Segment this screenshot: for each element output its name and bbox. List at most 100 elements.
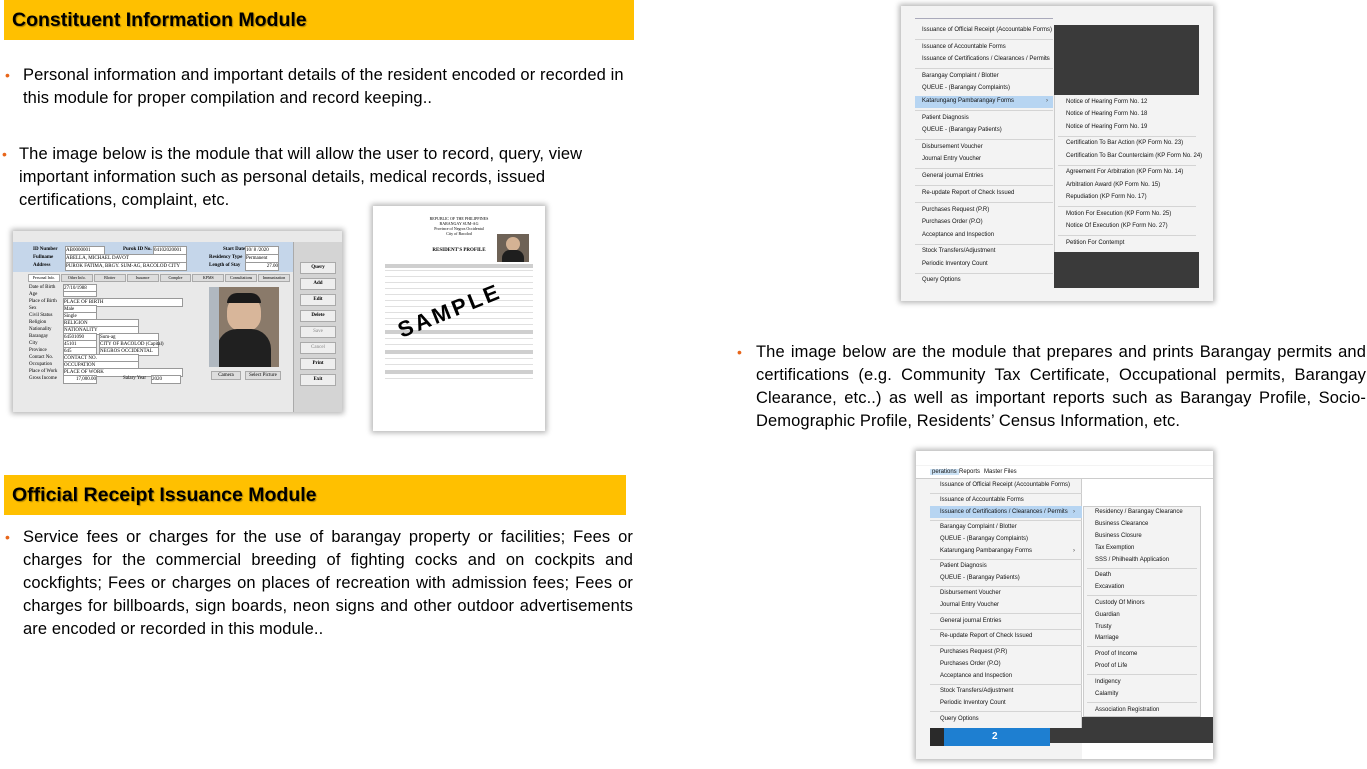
menu-item-queue-complaints[interactable]: QUEUE - (Barangay Complaints)	[940, 536, 1028, 542]
delete-button[interactable]: Delete	[300, 310, 336, 322]
menu-item-journal-entry[interactable]: Journal Entry Voucher	[922, 156, 981, 162]
menu-item-purchases-request[interactable]: Purchases Request (P.R)	[940, 649, 1007, 655]
submenu-item[interactable]: SSS / Philhealth Application	[1095, 557, 1169, 563]
tab-other-info[interactable]: Other Info.	[60, 274, 93, 282]
salary-field[interactable]: 2020	[151, 375, 181, 384]
menu-item-official-receipt[interactable]: Issuance of Official Receipt (Accountabl…	[940, 482, 1070, 488]
menu-item-certifications[interactable]: Issuance of Certifications / Clearances …	[922, 56, 1050, 62]
menu-item-complaint[interactable]: Barangay Complaint / Blotter	[940, 524, 1017, 530]
submenu-item[interactable]: Petition For Contempt	[1066, 240, 1124, 246]
menu-item-katarungang[interactable]: Katarungang Pambarangay Forms	[922, 98, 1014, 104]
form-tabs: Personal Info. Other Info. Blotter Issua…	[28, 274, 290, 282]
menu-master-files[interactable]: Master Files	[984, 469, 1017, 475]
resident-photo	[209, 287, 279, 367]
katarungang-menu-screenshot: ​ Issuance of Official Receipt (Accounta…	[901, 6, 1213, 301]
submenu-item[interactable]: Arbitration Award (KP Form No. 15)	[1066, 182, 1160, 188]
tab-blotter[interactable]: Blotter	[93, 274, 126, 282]
submenu-item[interactable]: Trusty	[1095, 624, 1111, 630]
tab-complre[interactable]: Complre	[159, 274, 192, 282]
field-label: Religion	[29, 320, 47, 325]
submenu-item[interactable]: Guardian	[1095, 612, 1120, 618]
menu-item-certifications[interactable]: Issuance of Certifications / Clearances …	[940, 509, 1068, 515]
form-fields: Date of Birth 27/10/1988 Age Place of Bi…	[29, 284, 209, 384]
menu-item-disbursement[interactable]: Disbursement Voucher	[922, 144, 983, 150]
submenu-item[interactable]: Certification To Bar Action (KP Form No.…	[1066, 140, 1183, 146]
tab-personal-info[interactable]: Personal Info.	[28, 274, 60, 282]
exit-button[interactable]: Exit	[300, 374, 336, 386]
submenu-item[interactable]: Proof of Life	[1095, 663, 1127, 669]
menu-item-patient-diagnosis[interactable]: Patient Diagnosis	[940, 563, 987, 569]
tab-immunization[interactable]: Immunization	[258, 274, 290, 282]
menu-item-query-options[interactable]: Query Options	[940, 716, 979, 722]
submenu-item[interactable]: Excavation	[1095, 584, 1124, 590]
submenu-item[interactable]: Notice of Hearing Form No. 12	[1066, 99, 1147, 105]
menu-item-general-journal[interactable]: General journal Entries	[940, 618, 1001, 624]
submenu-item[interactable]: Residency / Barangay Clearance	[1095, 509, 1183, 515]
taskbar-badge: 2	[992, 731, 998, 742]
menu-operations[interactable]: perations	[930, 469, 959, 475]
submenu-item[interactable]: Notice of Hearing Form No. 19	[1066, 124, 1147, 130]
menu-item-purchases-request[interactable]: Purchases Request (P.R)	[922, 207, 989, 213]
menu-item-katarungang[interactable]: Katarungang Pambarangay Forms	[940, 548, 1032, 554]
menu-item-query-options[interactable]: Query Options	[922, 277, 961, 283]
menu-reports[interactable]: Reports	[959, 469, 980, 475]
menu-item-accountable-forms[interactable]: Issuance of Accountable Forms	[940, 497, 1024, 503]
menu-item-journal-entry[interactable]: Journal Entry Voucher	[940, 602, 999, 608]
select-picture-button[interactable]: Select Picture	[245, 371, 281, 380]
menu-item-stock-transfers[interactable]: Stock Transfers/Adjustment	[922, 248, 995, 254]
menu-item-inventory[interactable]: Periodic Inventory Count	[940, 700, 1006, 706]
bullet-dot: •	[2, 146, 8, 162]
submenu-item[interactable]: Agreement For Arbitration (KP Form No. 1…	[1066, 169, 1183, 175]
camera-button[interactable]: Camera	[211, 371, 241, 380]
submenu-item[interactable]: Indigency	[1095, 679, 1121, 685]
menu-item-check-issued[interactable]: Re-update Report of Check Issued	[922, 190, 1014, 196]
cancel-button[interactable]: Cancel	[300, 342, 336, 354]
bullet-constituent-1: • Personal information and important det…	[5, 64, 633, 110]
menu-item-inventory[interactable]: Periodic Inventory Count	[922, 261, 988, 267]
submenu-item[interactable]: Business Closure	[1095, 533, 1142, 539]
menu-item-acceptance[interactable]: Acceptance and Inspection	[922, 232, 994, 238]
menu-item-disbursement[interactable]: Disbursement Voucher	[940, 590, 1001, 596]
menu-item-stock-transfers[interactable]: Stock Transfers/Adjustment	[940, 688, 1013, 694]
submenu-item[interactable]: Business Clearance	[1095, 521, 1148, 527]
submenu-item[interactable]: Motion For Execution (KP Form No. 25)	[1066, 211, 1171, 217]
menu-item-queue-patients[interactable]: QUEUE - (Barangay Patients)	[940, 575, 1020, 581]
submenu-item[interactable]: Marriage	[1095, 635, 1119, 641]
menu-item-patient-diagnosis[interactable]: Patient Diagnosis	[922, 115, 969, 121]
submenu-item[interactable]: Association Registration	[1095, 707, 1159, 713]
submenu-item[interactable]: Tax Exemption	[1095, 545, 1134, 551]
menu-item-complaint[interactable]: Barangay Complaint / Blotter	[922, 73, 999, 79]
submenu-item[interactable]: Calamity	[1095, 691, 1118, 697]
menu-item-purchases-order[interactable]: Purchases Order (P.O)	[940, 661, 1001, 667]
submenu-item[interactable]: Notice Of Execution (KP Form No. 27)	[1066, 223, 1168, 229]
tab-consultations[interactable]: Consultations	[225, 274, 258, 282]
tab-kpms[interactable]: KPMS	[192, 274, 225, 282]
menu-item-general-journal[interactable]: General journal Entries	[922, 173, 983, 179]
menu-item-official-receipt[interactable]: Issuance of Official Receipt (Accountabl…	[922, 27, 1052, 33]
submenu-item[interactable]: Certification To Bar Counterclaim (KP Fo…	[1066, 153, 1202, 159]
address-field[interactable]: PUROK FATIMA, BRGY. SUM-AG, BACOLOD CITY	[65, 262, 187, 271]
menu-item-queue-complaints[interactable]: QUEUE - (Barangay Complaints)	[922, 85, 1010, 91]
submenu-item[interactable]: Death	[1095, 572, 1111, 578]
field-value[interactable]: 17,000.00	[63, 375, 97, 384]
menu-item-check-issued[interactable]: Re-update Report of Check Issued	[940, 633, 1032, 639]
print-button[interactable]: Print	[300, 358, 336, 370]
tab-issuance[interactable]: Issuance	[126, 274, 159, 282]
submenu-item[interactable]: Notice of Hearing Form No. 18	[1066, 111, 1147, 117]
menu-item-queue-patients[interactable]: QUEUE - (Barangay Patients)	[922, 127, 1002, 133]
save-button[interactable]: Save	[300, 326, 336, 338]
add-button[interactable]: Add	[300, 278, 336, 290]
edit-button[interactable]: Edit	[300, 294, 336, 306]
submenu-item[interactable]: Proof of Income	[1095, 651, 1137, 657]
field-label: Age	[29, 292, 38, 297]
field-value[interactable]	[63, 291, 97, 297]
query-button[interactable]: Query	[300, 262, 336, 274]
length-field[interactable]: 27.00	[245, 262, 279, 271]
menu-item-acceptance[interactable]: Acceptance and Inspection	[940, 673, 1012, 679]
submenu-item[interactable]: Repudiation (KP Form No. 17)	[1066, 194, 1147, 200]
submenu-item[interactable]: Custody Of Minors	[1095, 600, 1145, 606]
menu-item-purchases-order[interactable]: Purchases Order (P.O)	[922, 219, 983, 225]
bullet-official-receipt-1: • Service fees or charges for the use of…	[5, 526, 633, 641]
chevron-right-icon: ›	[1073, 509, 1075, 515]
menu-item-accountable-forms[interactable]: Issuance of Accountable Forms	[922, 44, 1006, 50]
